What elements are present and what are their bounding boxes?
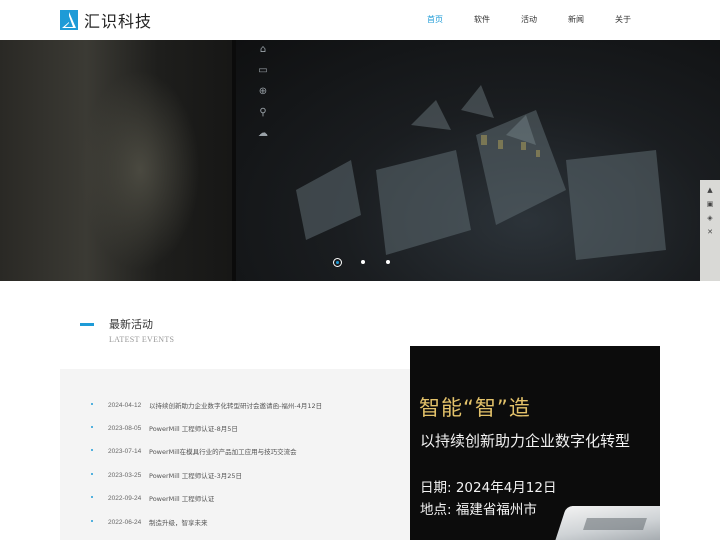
event-date: 2023-03-25 — [108, 472, 142, 479]
monitor-icon: ▭ — [258, 65, 268, 76]
poster-headline: 智能“智”造 — [419, 396, 531, 420]
event-title[interactable]: PowerMill在模具行业的产品加工应用与技巧交流会 — [149, 445, 297, 459]
search-icon: ⚲ — [259, 107, 267, 118]
event-title[interactable]: 制造升级，智享未来 — [149, 516, 208, 530]
bullet-icon — [91, 473, 93, 475]
event-item[interactable]: 2022-06-24 制造升级，智享未来 — [60, 516, 411, 530]
poster-subheadline: 以持续创新助力企业数字化转型 — [420, 432, 631, 450]
panel-glyph-icon: ▲ — [707, 186, 713, 194]
nav-item-about[interactable]: 关于 — [615, 14, 631, 25]
section-subtitle: LATEST EVENTS — [109, 335, 175, 344]
event-title[interactable]: PowerMill 工程师认证 — [149, 492, 214, 506]
carousel-dot-2[interactable] — [361, 260, 365, 264]
point-cloud-illustration — [296, 85, 666, 260]
panel-glyph-icon: ▣ — [706, 200, 714, 208]
bullet-icon — [91, 403, 93, 405]
section-title: 最新活动 — [109, 318, 153, 331]
carousel-dot-1[interactable] — [333, 258, 342, 267]
cloud-icon: ☁ — [258, 128, 268, 139]
event-item[interactable]: 2024-04-12 以持续创新助力企业数字化转型研讨会邀请函-福州-4月12日 — [60, 399, 411, 413]
hero-monitor-image — [232, 40, 720, 281]
event-item[interactable]: 2023-03-25 PowerMill 工程师认证-3月25日 — [60, 469, 411, 483]
main-nav: 首页 软件 活动 新闻 关于 — [0, 14, 720, 28]
poster-date: 日期: 2024年4月12日 — [420, 480, 557, 496]
section-accent-bar — [80, 323, 94, 326]
event-item[interactable]: 2023-08-05 PowerMill 工程师认证-8月5日 — [60, 422, 411, 436]
nav-item-events[interactable]: 活动 — [521, 14, 537, 25]
carousel-dots — [0, 258, 720, 268]
hero-background-glow — [80, 70, 200, 270]
poster-location: 地点: 福建省福州市 — [420, 502, 537, 518]
poster-machine-detail — [583, 518, 647, 530]
bullet-icon — [91, 449, 93, 451]
event-title[interactable]: PowerMill 工程师认证-3月25日 — [149, 469, 242, 483]
panel-glyph-icon: ✕ — [707, 228, 713, 236]
event-date: 2024-04-12 — [108, 402, 142, 409]
nav-item-software[interactable]: 软件 — [474, 14, 490, 25]
nav-item-home[interactable]: 首页 — [427, 14, 443, 25]
nav-item-news[interactable]: 新闻 — [568, 14, 584, 25]
event-date: 2023-07-14 — [108, 448, 142, 455]
event-date: 2022-09-24 — [108, 495, 142, 502]
hero-banner[interactable]: ⌂ ▭ ⊕ ⚲ ☁ ▲ ▣ ◈ ✕ — [0, 40, 720, 281]
home-icon: ⌂ — [259, 44, 267, 55]
event-item[interactable]: 2022-09-24 PowerMill 工程师认证 — [60, 492, 411, 506]
event-item[interactable]: 2023-07-14 PowerMill在模具行业的产品加工应用与技巧交流会 — [60, 445, 411, 459]
bullet-icon — [91, 426, 93, 428]
event-date: 2022-06-24 — [108, 519, 142, 526]
panel-glyph-icon: ◈ — [707, 214, 713, 222]
bullet-icon — [91, 520, 93, 522]
events-list: 2024-04-12 以持续创新助力企业数字化转型研讨会邀请函-福州-4月12日… — [60, 369, 411, 540]
hero-toolbar: ⌂ ▭ ⊕ ⚲ ☁ — [257, 44, 273, 149]
event-title[interactable]: PowerMill 工程师认证-8月5日 — [149, 422, 238, 436]
carousel-dot-3[interactable] — [386, 260, 390, 264]
event-date: 2023-08-05 — [108, 425, 142, 432]
bullet-icon — [91, 496, 93, 498]
site-header: 汇识科技 首页 软件 活动 新闻 关于 — [0, 0, 720, 40]
event-title[interactable]: 以持续创新助力企业数字化转型研讨会邀请函-福州-4月12日 — [149, 399, 322, 413]
event-poster[interactable]: 智能“智”造 以持续创新助力企业数字化转型 日期: 2024年4月12日 地点:… — [410, 346, 660, 540]
plus-circle-icon: ⊕ — [258, 86, 268, 97]
